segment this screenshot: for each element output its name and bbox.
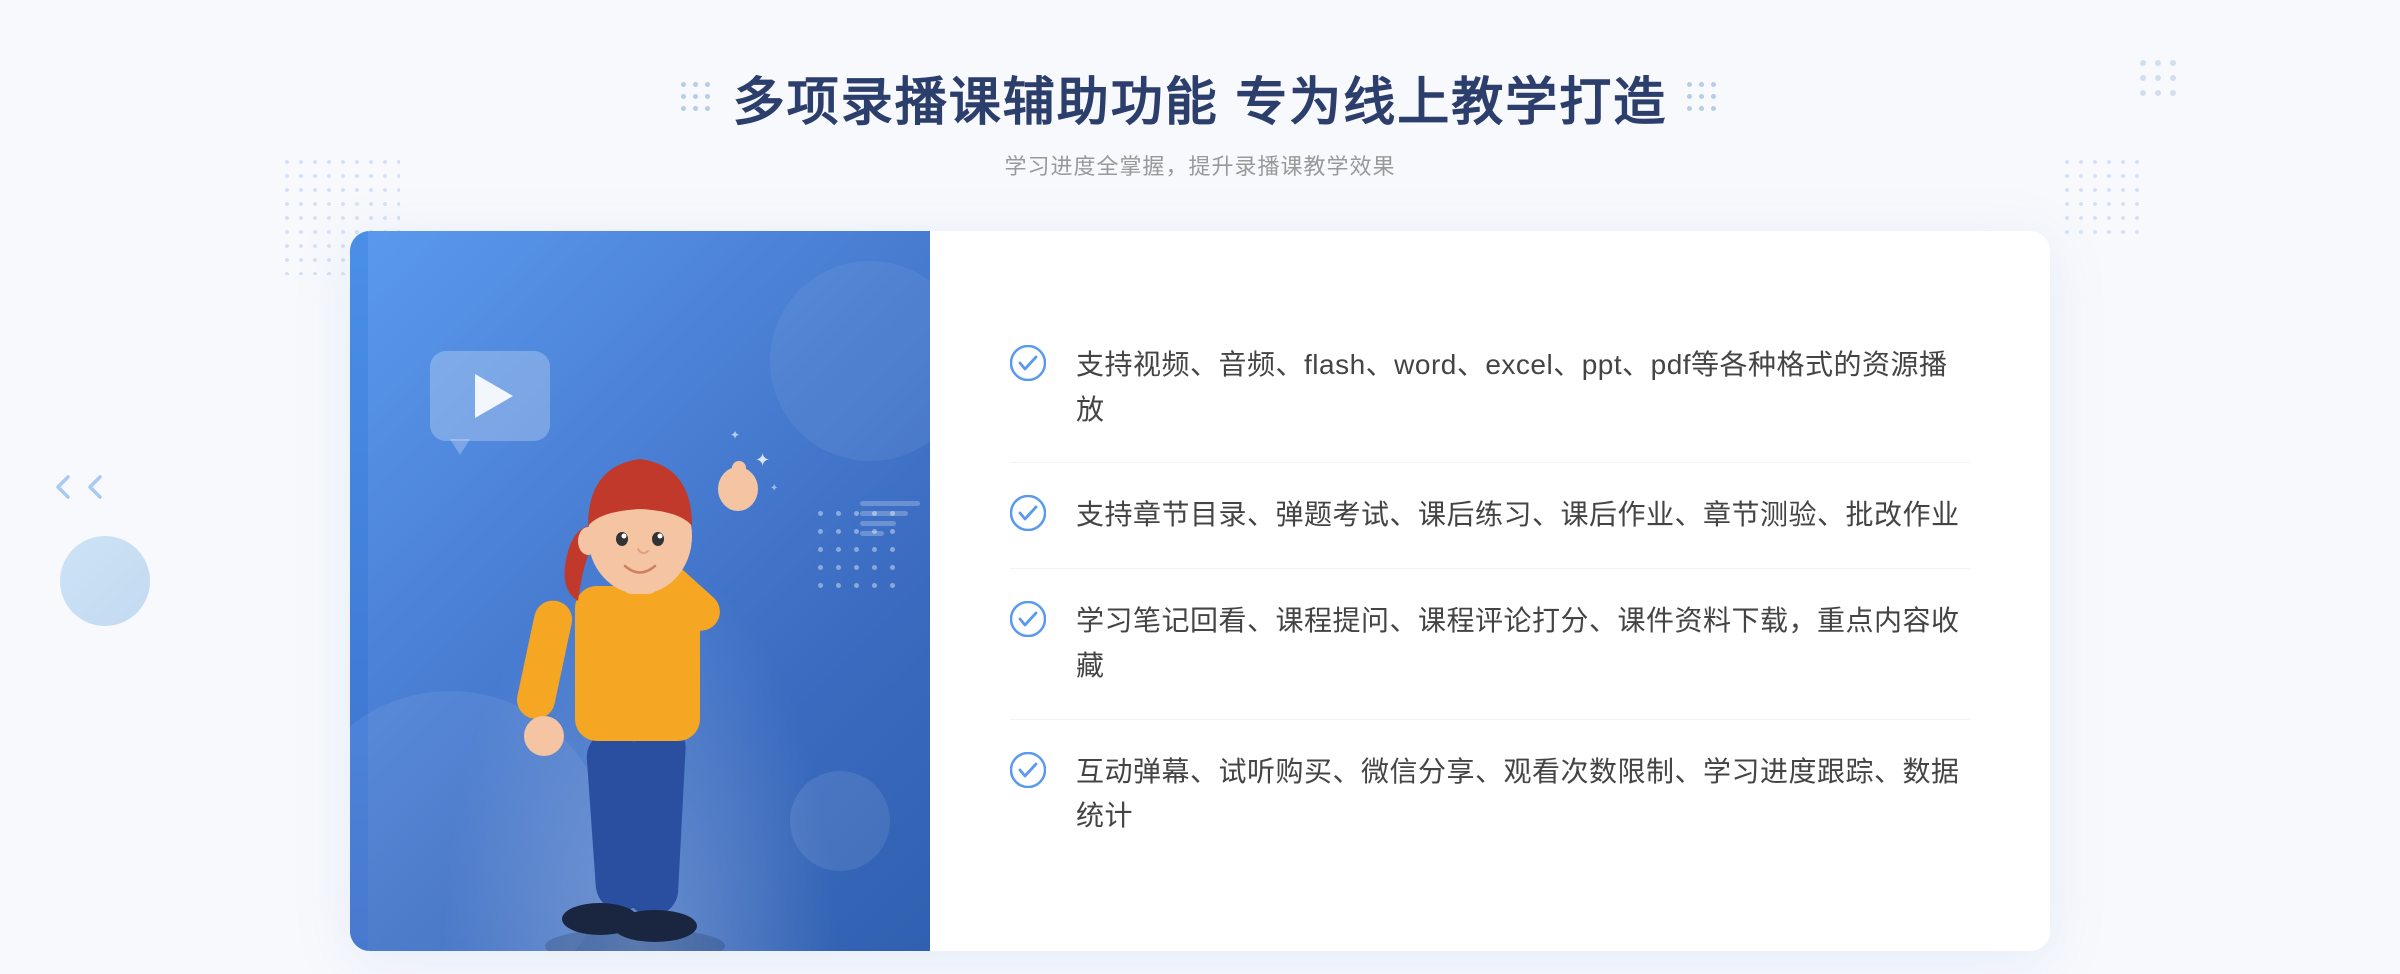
subtitle: 学习进度全掌握，提升录播课教学效果 bbox=[681, 149, 1719, 181]
decorative-circle-left bbox=[60, 536, 150, 626]
svg-text:✦: ✦ bbox=[755, 450, 770, 470]
check-icon-4 bbox=[1010, 752, 1046, 788]
feature-text-1: 支持视频、音频、flash、word、excel、ppt、pdf等各种格式的资源… bbox=[1076, 343, 1970, 433]
feature-item-2: 支持章节目录、弹题考试、课后练习、课后作业、章节测验、批改作业 bbox=[1010, 463, 1970, 569]
header-section: 多项录播课辅助功能 专为线上教学打造 学习进度全掌握，提升录播课教学效果 bbox=[681, 60, 1719, 181]
check-icon-3 bbox=[1010, 601, 1046, 637]
features-panel: 支持视频、音频、flash、word、excel、ppt、pdf等各种格式的资源… bbox=[930, 231, 2050, 951]
check-icon-1 bbox=[1010, 345, 1046, 381]
feature-text-3: 学习笔记回看、课程提问、课程评论打分、课件资料下载，重点内容收藏 bbox=[1076, 599, 1970, 689]
svg-text:✦: ✦ bbox=[770, 483, 778, 494]
page-container: 多项录播课辅助功能 专为线上教学打造 学习进度全掌握，提升录播课教学效果 bbox=[0, 0, 2400, 974]
check-icon-2 bbox=[1010, 495, 1046, 531]
main-title: 多项录播课辅助功能 专为线上教学打造 bbox=[733, 60, 1667, 135]
decorator-dots-left bbox=[681, 82, 713, 114]
illustration-panel: ✦ ✦ ✦ bbox=[350, 231, 930, 951]
feature-item-1: 支持视频、音频、flash、word、excel、ppt、pdf等各种格式的资源… bbox=[1010, 313, 1970, 464]
stripes-decoration bbox=[860, 501, 920, 536]
left-chevron-decoration bbox=[50, 473, 110, 501]
svg-text:✦: ✦ bbox=[730, 428, 740, 442]
content-card: ✦ ✦ ✦ 支持视频、音频、flash、word、excel、ppt、pdf等各… bbox=[350, 231, 2050, 951]
decorative-dots-right-top bbox=[2140, 60, 2180, 100]
feature-item-4: 互动弹幕、试听购买、微信分享、观看次数限制、学习进度跟踪、数据统计 bbox=[1010, 720, 1970, 870]
figure-illustration: ✦ ✦ ✦ bbox=[470, 371, 810, 951]
feature-item-3: 学习笔记回看、课程提问、课程评论打分、课件资料下载，重点内容收藏 bbox=[1010, 569, 1970, 720]
feature-text-2: 支持章节目录、弹题考试、课后练习、课后作业、章节测验、批改作业 bbox=[1076, 493, 1960, 538]
feature-text-4: 互动弹幕、试听购买、微信分享、观看次数限制、学习进度跟踪、数据统计 bbox=[1076, 750, 1970, 840]
decorative-dots-right-top bbox=[2060, 155, 2140, 235]
decorator-dots-right bbox=[1687, 82, 1719, 114]
header-decorators: 多项录播课辅助功能 专为线上教学打造 bbox=[681, 60, 1719, 135]
